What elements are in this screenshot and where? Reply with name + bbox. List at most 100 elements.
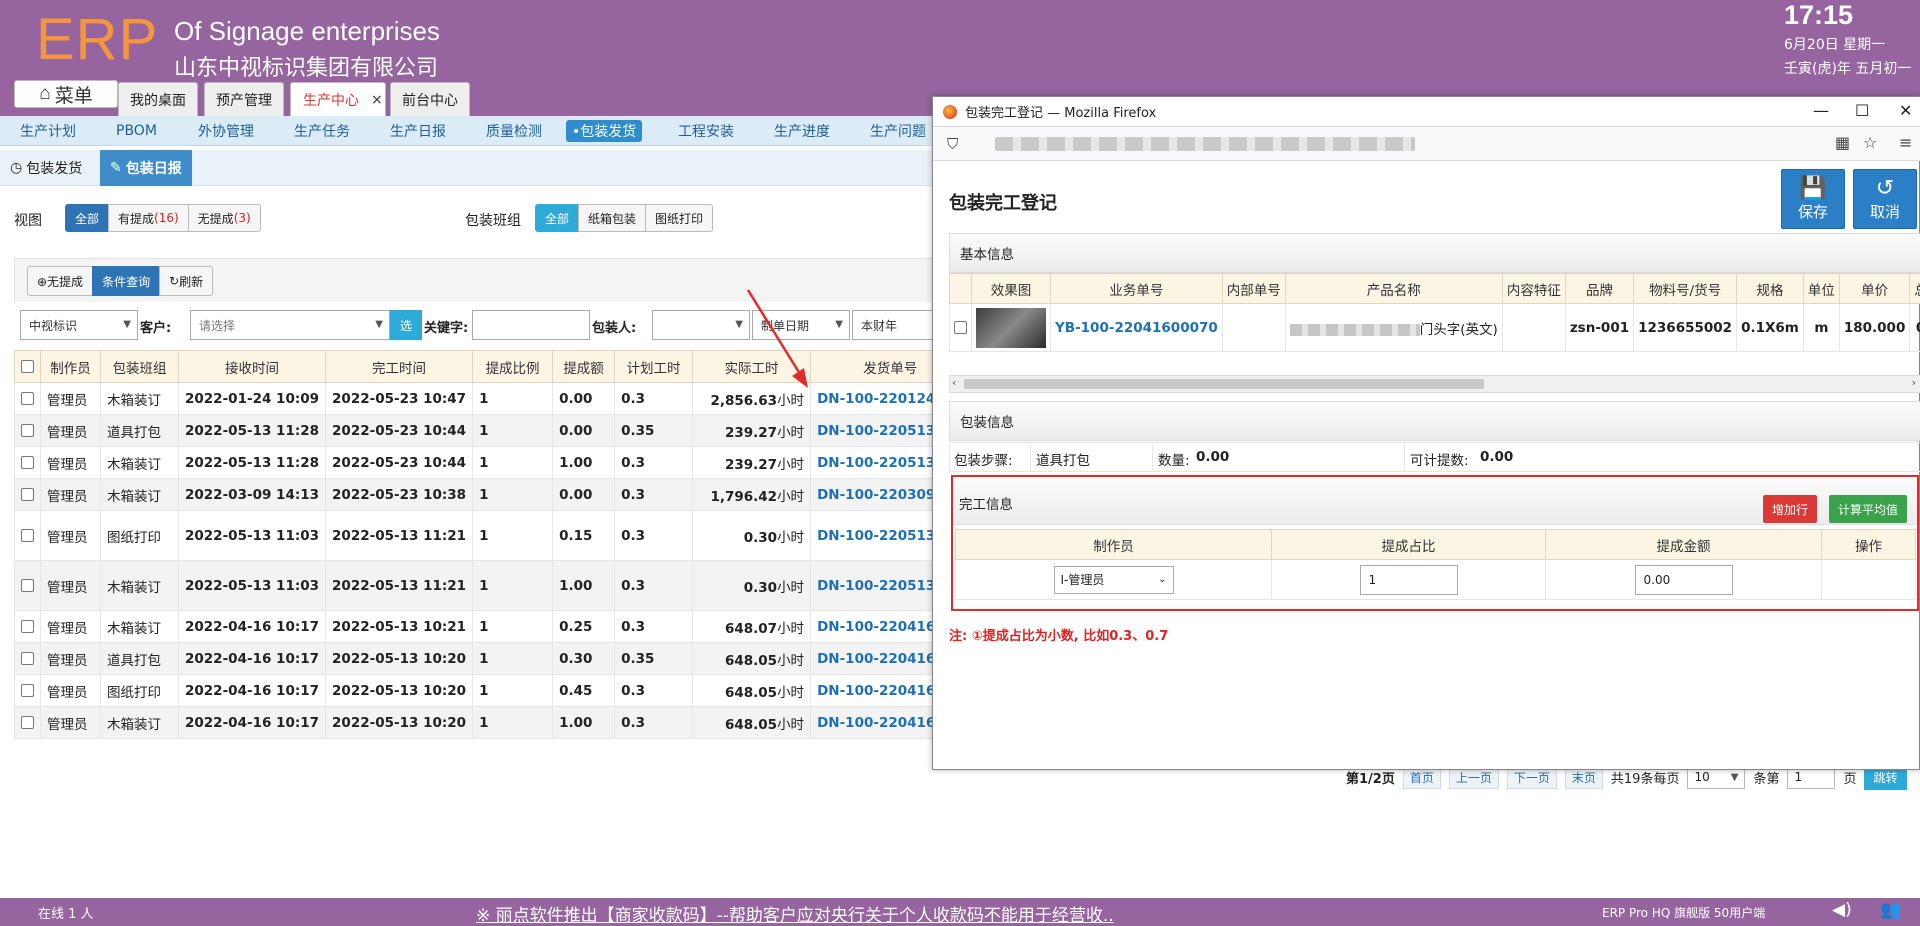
- save-button[interactable]: 💾 保存: [1781, 169, 1845, 229]
- nav-item-task[interactable]: 生产任务: [288, 120, 356, 142]
- nav-item-daily[interactable]: 生产日报: [384, 120, 452, 142]
- packer-select[interactable]: ▼: [652, 310, 750, 340]
- row-select-cell[interactable]: [14, 674, 41, 707]
- tab-desktop[interactable]: 我的桌面: [118, 82, 198, 116]
- row-select-cell[interactable]: [14, 414, 41, 447]
- col-plan-hours[interactable]: 计划工时: [614, 350, 694, 383]
- date-type-select[interactable]: 制单日期 ▼: [752, 310, 850, 340]
- nav-item-plan[interactable]: 生产计划: [14, 120, 82, 142]
- horizontal-scrollbar[interactable]: ‹ ›: [949, 375, 1920, 393]
- table-row[interactable]: 管理员 道具打包 2022-05-13 11:28 2022-05-23 10:44 1…: [14, 414, 971, 447]
- amount-input[interactable]: 0.00: [1634, 564, 1733, 595]
- product-thumbnail[interactable]: [976, 307, 1046, 348]
- nav-item-issues[interactable]: 生产问题: [864, 120, 932, 142]
- nav-item-quality[interactable]: 质量检测: [480, 120, 548, 142]
- table-row[interactable]: 管理员 图纸打印 2022-05-13 11:03 2022-05-13 11:21 1…: [14, 510, 971, 561]
- row-select-cell[interactable]: [14, 642, 41, 675]
- row-checkbox[interactable]: [954, 321, 967, 334]
- col-team[interactable]: 包装班组: [100, 350, 179, 383]
- table-row[interactable]: 管理员 木箱装订 2022-05-13 11:28 2022-05-23 10:44 1…: [14, 446, 971, 479]
- scrollbar-thumb[interactable]: [964, 379, 1484, 389]
- team-all-button[interactable]: 全部: [535, 204, 580, 232]
- cancel-button[interactable]: ↺ 取消: [1853, 169, 1917, 229]
- qr-code-icon[interactable]: ▦: [1835, 133, 1850, 152]
- table-row[interactable]: 管理员 木箱装订 2022-04-16 10:17 2022-05-13 10:20 1…: [14, 706, 971, 739]
- team-print-button[interactable]: 图纸打印: [645, 204, 714, 232]
- view-all-button[interactable]: 全部: [65, 204, 110, 232]
- url-field[interactable]: [995, 137, 1415, 151]
- row-checkbox[interactable]: [21, 652, 34, 665]
- tab-production-center[interactable]: 生产中心 ×: [290, 82, 386, 116]
- row-checkbox[interactable]: [21, 684, 34, 697]
- col-amount[interactable]: 提成额: [552, 350, 616, 383]
- minimize-icon[interactable]: —: [1813, 101, 1829, 120]
- customer-select[interactable]: 请选择 ▼: [190, 310, 390, 340]
- subnav-packaging-shipping[interactable]: ◷ 包装发货: [0, 150, 92, 186]
- maker-select[interactable]: I-管理员 ⌄: [1053, 565, 1174, 594]
- row-checkbox[interactable]: [21, 424, 34, 437]
- row-checkbox[interactable]: [21, 456, 34, 469]
- row-checkbox[interactable]: [21, 392, 34, 405]
- row-select-cell[interactable]: [14, 446, 41, 479]
- col-maker[interactable]: 制作员: [40, 350, 101, 383]
- ratio-input[interactable]: 1: [1359, 564, 1458, 595]
- row-select-cell[interactable]: [14, 610, 41, 643]
- view-without-commission-button[interactable]: 无提成 (3): [187, 204, 261, 232]
- refresh-button[interactable]: ↻ 刷新: [159, 266, 214, 296]
- org-select[interactable]: 中视标识 ▼: [20, 310, 138, 340]
- no-commission-button[interactable]: ⊕无提成: [27, 266, 94, 296]
- table-row[interactable]: 管理员 木箱装订 2022-05-13 11:03 2022-05-13 11:21 1…: [14, 560, 971, 611]
- team-carton-button[interactable]: 纸箱包装: [578, 204, 647, 232]
- keyword-input[interactable]: [472, 310, 590, 340]
- nav-item-packaging[interactable]: •包装发货: [566, 120, 643, 142]
- condition-query-button[interactable]: 条件查询: [92, 266, 161, 296]
- period-select[interactable]: 本财年: [852, 310, 934, 340]
- business-no-link[interactable]: YB-100-22041600070: [1050, 303, 1223, 352]
- row-checkbox[interactable]: [21, 488, 34, 501]
- row-checkbox[interactable]: [21, 620, 34, 633]
- hamburger-menu-icon[interactable]: ≡: [1899, 133, 1912, 152]
- row-select-cell[interactable]: [14, 510, 41, 561]
- table-row[interactable]: 管理员 木箱装订 2022-03-09 14:13 2022-05-23 10:38 1…: [14, 478, 971, 511]
- row-select-cell[interactable]: [14, 478, 41, 511]
- tab-preproduction[interactable]: 预产管理: [204, 82, 284, 116]
- col-completed[interactable]: 完工时间: [325, 350, 474, 383]
- tab-front-center[interactable]: 前台中心: [390, 82, 470, 116]
- tab-close-icon[interactable]: ×: [371, 92, 383, 108]
- select-all-checkbox[interactable]: [21, 360, 34, 373]
- col-received[interactable]: 接收时间: [177, 350, 327, 383]
- menu-button[interactable]: ⌂ 菜单: [14, 80, 118, 108]
- subnav-packaging-daily[interactable]: ✎ 包装日报: [100, 150, 192, 186]
- col-ratio[interactable]: 提成比例: [472, 350, 554, 383]
- row-select-cell[interactable]: [949, 303, 972, 352]
- row-select-cell[interactable]: [14, 382, 41, 415]
- table-row[interactable]: 管理员 图纸打印 2022-04-16 10:17 2022-05-13 10:20 1…: [14, 674, 971, 707]
- add-row-button[interactable]: 增加行: [1763, 495, 1818, 523]
- scroll-right-icon[interactable]: ›: [1912, 376, 1916, 389]
- users-icon[interactable]: 👥: [1880, 900, 1901, 920]
- bookmark-star-icon[interactable]: ☆: [1863, 133, 1877, 152]
- nav-item-pbom[interactable]: PBOM: [110, 120, 163, 142]
- nav-item-progress[interactable]: 生产进度: [768, 120, 836, 142]
- table-row[interactable]: 管理员 木箱装订 2022-04-16 10:17 2022-05-13 10:21 1…: [14, 610, 971, 643]
- scroll-left-icon[interactable]: ‹: [952, 376, 956, 389]
- close-icon[interactable]: ✕: [1899, 101, 1912, 120]
- nav-item-install[interactable]: 工程安装: [672, 120, 740, 142]
- row-checkbox[interactable]: [21, 716, 34, 729]
- customer-pick-button[interactable]: 选: [390, 310, 422, 340]
- row-checkbox[interactable]: [21, 529, 34, 542]
- maximize-icon[interactable]: ☐: [1855, 101, 1869, 120]
- nav-item-outsource[interactable]: 外协管理: [192, 120, 260, 142]
- col-actual-hours[interactable]: 实际工时: [692, 350, 812, 383]
- shield-icon[interactable]: ⛉: [947, 135, 958, 153]
- table-row[interactable]: 管理员 木箱装订 2022-01-24 10:09 2022-05-23 10:47 1…: [14, 382, 971, 415]
- row-select-cell[interactable]: [14, 706, 41, 739]
- calc-average-button[interactable]: 计算平均值: [1829, 495, 1908, 523]
- volume-icon[interactable]: ◀): [1832, 900, 1852, 920]
- row-select-cell[interactable]: [14, 560, 41, 611]
- row-checkbox[interactable]: [21, 579, 34, 592]
- table-row[interactable]: 管理员 道具打包 2022-04-16 10:17 2022-05-13 10:20 1…: [14, 642, 971, 675]
- select-all-cell[interactable]: [14, 350, 41, 383]
- news-marquee-link[interactable]: ※ 丽点软件推出【商家收款码】--帮助客户应对央行关于个人收款码不能用于经营收.…: [476, 901, 1114, 926]
- view-with-commission-button[interactable]: 有提成 (16): [108, 204, 189, 232]
